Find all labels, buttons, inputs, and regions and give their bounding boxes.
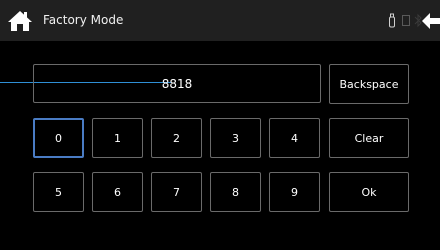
key-5-button[interactable]: 5 <box>33 172 84 212</box>
home-icon[interactable] <box>7 9 33 33</box>
key-4-button[interactable]: 4 <box>269 118 320 158</box>
header-bar: Factory Mode <box>0 0 440 41</box>
clear-button[interactable]: Clear <box>329 118 409 158</box>
battery-icon <box>402 15 410 26</box>
usb-icon <box>389 13 395 28</box>
key-2-button[interactable]: 2 <box>151 118 202 158</box>
key-9-button[interactable]: 9 <box>269 172 320 212</box>
backspace-button[interactable]: Backspace <box>329 64 409 104</box>
ok-button[interactable]: Ok <box>329 172 409 212</box>
code-display-field[interactable]: 8818 <box>33 64 321 103</box>
key-6-button[interactable]: 6 <box>92 172 143 212</box>
key-7-button[interactable]: 7 <box>151 172 202 212</box>
key-8-button[interactable]: 8 <box>210 172 261 212</box>
key-0-button[interactable]: 0 <box>33 118 84 158</box>
page-title: Factory Mode <box>43 13 124 27</box>
back-arrow-icon[interactable] <box>421 12 440 30</box>
key-3-button[interactable]: 3 <box>210 118 261 158</box>
key-1-button[interactable]: 1 <box>92 118 143 158</box>
